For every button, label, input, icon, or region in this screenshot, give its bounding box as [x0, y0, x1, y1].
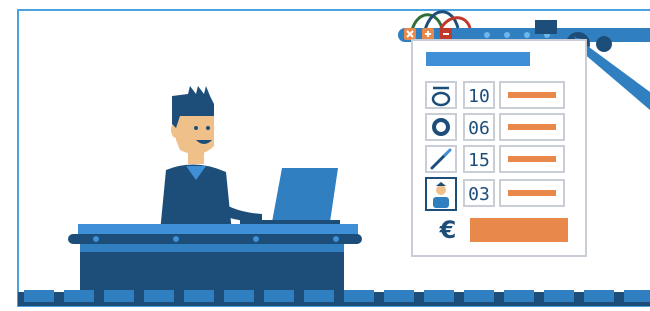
- floor-conveyor: [18, 290, 650, 306]
- euro-symbol: €: [439, 216, 457, 244]
- panel-row: 15: [425, 145, 565, 173]
- item-quantity: 03: [468, 184, 490, 205]
- conveyor-desk: [68, 224, 362, 294]
- worker-character: [160, 86, 262, 232]
- panel-row: 03: [425, 177, 565, 211]
- item-icon-box: [425, 113, 457, 141]
- panel-row: 10: [425, 81, 565, 109]
- item-quantity: 10: [468, 86, 490, 107]
- item-price-bar: [508, 92, 556, 98]
- item-price-bar: [508, 156, 556, 162]
- worker-face: [176, 112, 214, 155]
- panel-header-bar: [426, 52, 530, 66]
- order-panel: 10 06 15 03 €: [411, 39, 587, 257]
- item-quantity: 15: [468, 150, 490, 171]
- panel-row: 06: [425, 113, 565, 141]
- total-price-bar: [470, 218, 568, 242]
- laptop-screen: [272, 168, 338, 222]
- item-quantity: 06: [468, 118, 490, 139]
- item-price-bar: [508, 190, 556, 196]
- panel-top-controls: [404, 28, 452, 40]
- factory-illustration: 10 06 15 03 €: [17, 9, 650, 307]
- item-price-bar: [508, 124, 556, 130]
